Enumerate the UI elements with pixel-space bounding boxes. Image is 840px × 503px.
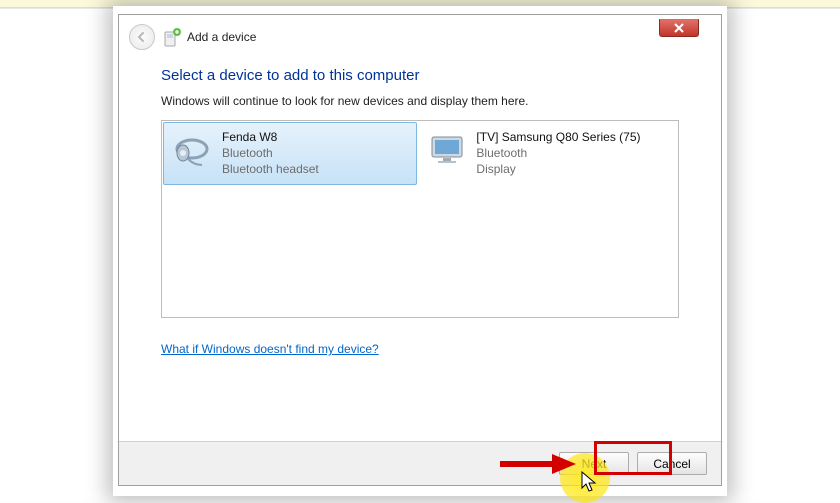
device-list-panel: Fenda W8 Bluetooth Bluetooth headset [TV… xyxy=(161,120,679,318)
device-name: [TV] Samsung Q80 Series (75) xyxy=(476,129,640,145)
add-device-icon xyxy=(163,28,179,46)
dialog-content: Select a device to add to this computer … xyxy=(119,59,721,441)
back-icon[interactable] xyxy=(129,24,155,50)
background-right xyxy=(727,8,840,500)
next-button[interactable]: Next xyxy=(559,452,629,475)
page-subtext: Windows will continue to look for new de… xyxy=(161,94,679,108)
page-heading: Select a device to add to this computer xyxy=(161,67,679,84)
device-item-fenda[interactable]: Fenda W8 Bluetooth Bluetooth headset xyxy=(163,122,417,185)
device-type: Bluetooth xyxy=(476,145,640,161)
dialog-footer: Next Cancel xyxy=(119,441,721,485)
device-name: Fenda W8 xyxy=(222,129,319,145)
device-type: Bluetooth xyxy=(222,145,319,161)
display-icon xyxy=(426,129,468,171)
add-device-dialog: Add a device Select a device to add to t… xyxy=(118,14,722,486)
dialog-header: Add a device xyxy=(119,15,721,59)
bluetooth-headset-icon xyxy=(172,129,214,171)
device-category: Bluetooth headset xyxy=(222,161,319,177)
background-left xyxy=(0,8,113,500)
device-category: Display xyxy=(476,161,640,177)
cancel-button[interactable]: Cancel xyxy=(637,452,707,475)
close-icon xyxy=(674,23,684,33)
help-link[interactable]: What if Windows doesn't find my device? xyxy=(161,342,379,356)
device-item-samsung-tv[interactable]: [TV] Samsung Q80 Series (75) Bluetooth D… xyxy=(417,122,671,185)
close-button[interactable] xyxy=(659,19,699,37)
dialog-title: Add a device xyxy=(187,30,256,44)
